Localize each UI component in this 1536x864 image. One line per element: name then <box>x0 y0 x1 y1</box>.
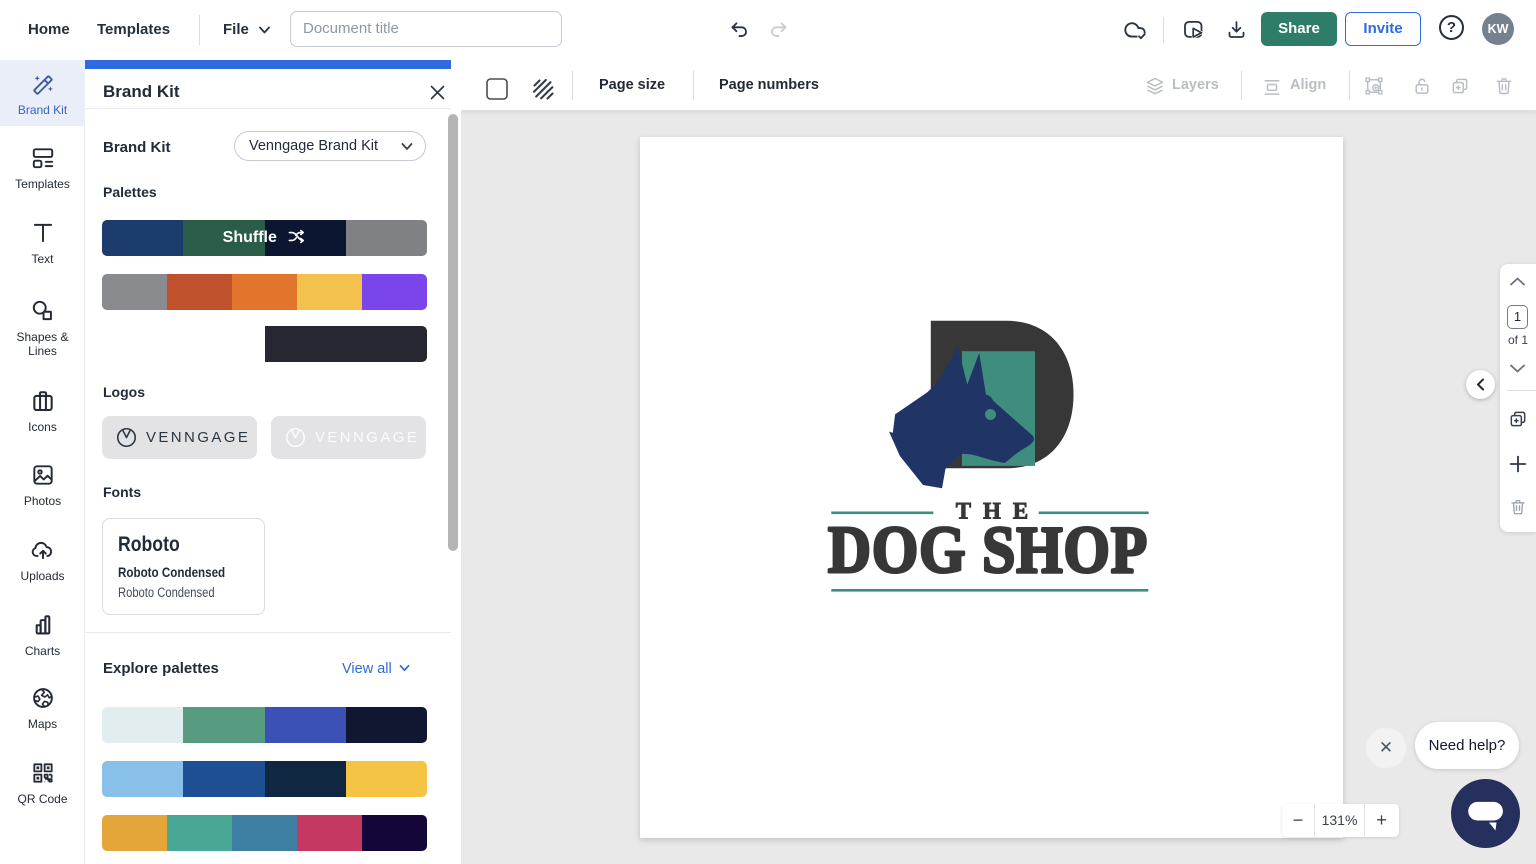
svg-text:DOG SHOP: DOG SHOP <box>828 512 1148 587</box>
